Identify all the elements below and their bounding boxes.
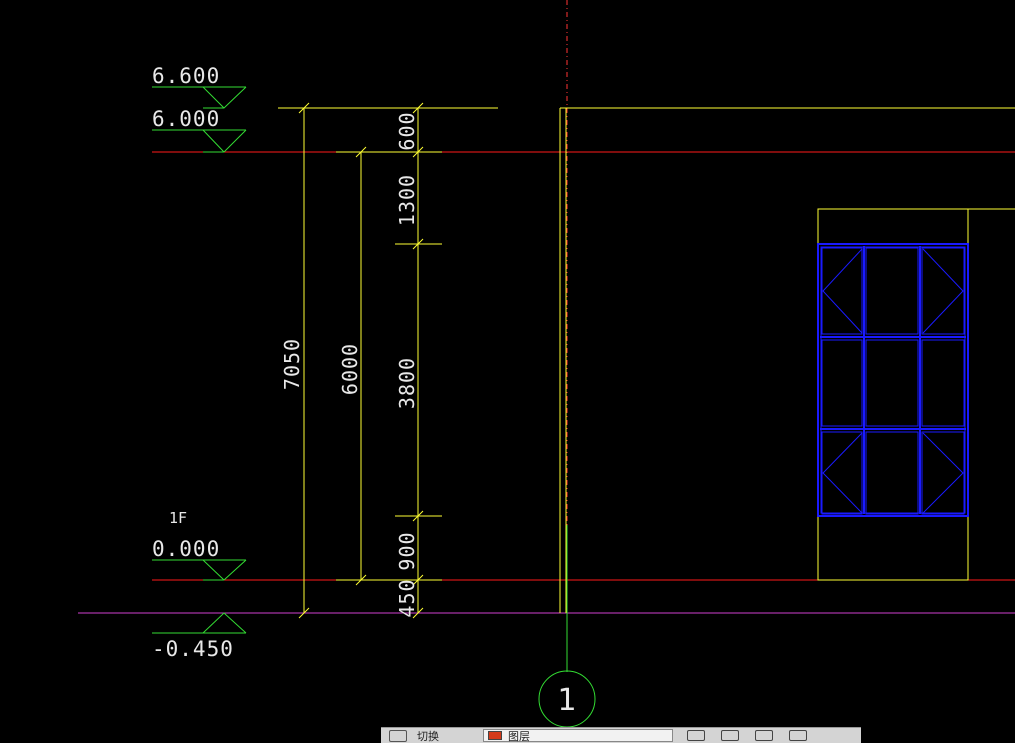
window-elevation [818, 244, 968, 516]
dim-window: 3800 [395, 357, 419, 409]
pane-3-2 [866, 432, 918, 514]
dim-above-window: 1300 [395, 174, 419, 226]
dim-floor-to-roof: 6000 [338, 343, 362, 395]
building-outline [560, 108, 1015, 613]
dim-plinth: 450 [395, 578, 419, 617]
pane-1-1 [822, 248, 862, 334]
window-frame-inner [821, 247, 965, 513]
casement-mark-top-right [923, 249, 963, 333]
pane-3-3 [922, 432, 964, 514]
level-mark-6600 [152, 87, 246, 108]
level-roof: 6.000 [152, 107, 220, 131]
dim-total: 7050 [280, 338, 304, 390]
copy-icon[interactable] [755, 730, 773, 741]
level-texts: 6.600 6.000 1F 0.000 -0.450 [152, 64, 234, 661]
casement-mark-top-left [823, 249, 862, 333]
pane-2-2 [866, 340, 918, 426]
axis-label: 1 [557, 683, 576, 718]
layer-dropdown[interactable]: 图层 [483, 729, 673, 742]
level-roof-top: 6.600 [152, 64, 220, 88]
pane-1-3 [922, 248, 964, 334]
dim-parapet: 600 [395, 111, 419, 150]
status-tools [687, 730, 807, 741]
casement-mark-bottom-left [823, 433, 862, 513]
level-outdoor-ground: -0.450 [152, 637, 234, 661]
casement-mark-bottom-right [923, 433, 963, 513]
pane-1-2 [866, 248, 918, 334]
window-frame-outer [818, 244, 968, 516]
cad-status-bar: 切换 图层 [381, 727, 861, 743]
status-field[interactable]: 切换 [417, 728, 477, 743]
pane-2-3 [922, 340, 964, 426]
pencil-icon[interactable] [687, 730, 705, 741]
level-ground-floor: 0.000 [152, 537, 220, 561]
layer-name: 图层 [508, 728, 530, 743]
arrow-up-icon[interactable] [721, 730, 739, 741]
dimension-texts: 7050 6000 600 1300 3800 900 450 [280, 111, 419, 617]
level-mark-minus450 [152, 613, 246, 633]
pane-3-1 [822, 432, 862, 514]
paste-icon[interactable] [789, 730, 807, 741]
level-mark-6000 [152, 130, 246, 152]
layer-color-swatch [488, 731, 502, 740]
level-mark-0000 [152, 560, 246, 580]
dimension-chains [278, 103, 498, 618]
floor-name: 1F [169, 509, 187, 527]
axis-1: 1 [539, 0, 595, 727]
window-surround [818, 209, 968, 580]
dim-sill: 900 [395, 531, 419, 570]
snap-icon[interactable] [389, 730, 407, 742]
pane-2-1 [822, 340, 862, 426]
cad-drawing-canvas[interactable]: 1 [0, 0, 1015, 742]
